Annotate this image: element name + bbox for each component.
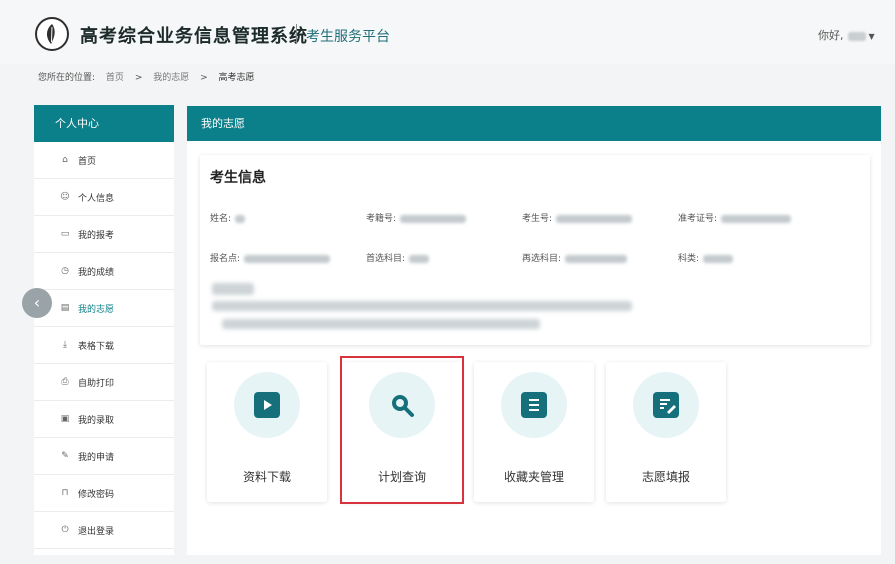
redacted-value — [400, 214, 467, 223]
card-icon: ▭ — [60, 229, 70, 239]
sidebar-item-home[interactable]: ⌂ 首页 — [34, 142, 174, 179]
field-registration-site: 报名点: — [210, 251, 331, 264]
tile-label: 志愿填报 — [641, 470, 690, 484]
sidebar-item-label: 我的申请 — [78, 452, 115, 463]
sidebar-item-self-print[interactable]: ⎙ 自助打印 — [34, 364, 174, 401]
tile-label: 收藏夹管理 — [503, 470, 564, 484]
sidebar-item-label: 表格下载 — [78, 341, 115, 352]
sidebar-item-label: 首页 — [78, 156, 97, 167]
calendar-icon: ▣ — [60, 414, 70, 424]
field-admission-ticket: 准考证号: — [678, 211, 792, 224]
student-info-title: 考生信息 — [210, 170, 266, 186]
breadcrumb: 您所在的位置: 首页 > 我的志愿 > 高考志愿 — [38, 70, 263, 83]
field-label: 首选科目: — [366, 254, 406, 264]
breadcrumb-item-my-choices[interactable]: 我的志愿 — [153, 73, 189, 83]
redacted-value — [409, 254, 430, 263]
field-label: 报名点: — [210, 254, 241, 264]
user-name-redacted — [847, 31, 866, 41]
field-label: 准考证号: — [678, 214, 718, 224]
edit-icon: ✎ — [61, 451, 69, 461]
tile-icon-bg — [633, 372, 699, 438]
sidebar-item-label: 我的成绩 — [78, 267, 115, 278]
title-divider — [296, 24, 297, 44]
tile-icon-bg — [501, 372, 567, 438]
sidebar-item-label: 自助打印 — [78, 378, 115, 389]
sidebar: 个人中心 ⌂ 首页 ☺ 个人信息 ▭ 我的报考 ◷ 我的成绩 ▤ 我的志愿 ⤓ … — [34, 105, 174, 555]
caret-down-icon: ▼ — [868, 32, 875, 41]
sidebar-item-applications[interactable]: ✎ 我的申请 — [34, 438, 174, 475]
redacted-notice — [212, 301, 632, 311]
edit-doc-icon — [653, 392, 679, 418]
sidebar-item-label: 个人信息 — [78, 193, 115, 204]
list-icon — [521, 392, 547, 418]
sidebar-item-label: 退出登录 — [78, 526, 115, 537]
field-label: 考生号: — [522, 214, 553, 224]
field-reselect-subject: 再选科目: — [522, 251, 628, 264]
play-icon — [254, 392, 280, 418]
breadcrumb-prefix: 您所在的位置: — [38, 73, 96, 83]
tile-choice-filling[interactable]: 志愿填报 — [606, 362, 726, 502]
redacted-notice — [222, 319, 540, 329]
field-label: 考籍号: — [366, 214, 397, 224]
lock-icon: ⊓ — [61, 488, 69, 498]
sidebar-item-label: 我的录取 — [78, 415, 115, 426]
redacted-value — [721, 214, 792, 223]
sidebar-item-change-password[interactable]: ⊓ 修改密码 — [34, 475, 174, 512]
breadcrumb-separator: > — [134, 73, 143, 83]
leaf-emblem-icon — [35, 17, 69, 51]
sidebar-item-admission[interactable]: ▣ 我的录取 — [34, 401, 174, 438]
sidebar-item-label: 修改密码 — [78, 489, 115, 500]
sidebar-item-label: 我的志愿 — [78, 304, 115, 315]
sidebar-item-scores[interactable]: ◷ 我的成绩 — [34, 253, 174, 290]
tile-favorites-management[interactable]: 收藏夹管理 — [474, 362, 594, 502]
user-icon: ☺ — [60, 192, 70, 202]
home-icon: ⌂ — [62, 155, 68, 165]
sidebar-item-registration[interactable]: ▭ 我的报考 — [34, 216, 174, 253]
breadcrumb-separator: > — [200, 73, 208, 83]
system-title: 高考综合业务信息管理系统 — [80, 26, 308, 47]
field-category: 科类: — [678, 251, 734, 264]
chevron-left-icon[interactable]: ‹ — [22, 288, 52, 318]
breadcrumb-item-current: 高考志愿 — [218, 73, 255, 83]
field-registry-number: 考籍号: — [366, 211, 467, 224]
field-label: 科类: — [678, 254, 700, 264]
redacted-value — [565, 254, 628, 263]
highlight-annotation-box — [340, 356, 464, 504]
logout-icon: ⏻ — [61, 525, 69, 535]
redacted-value — [244, 254, 331, 263]
field-first-subject: 首选科目: — [366, 251, 430, 264]
field-name: 姓名: — [210, 211, 246, 224]
field-label: 姓名: — [210, 214, 232, 224]
tile-icon-bg — [234, 372, 300, 438]
system-subtitle: 考生服务平台 — [306, 29, 390, 45]
field-label: 再选科目: — [522, 254, 562, 264]
student-info-card: 考生信息 姓名: 考籍号: 考生号: 准考证号: 报名点: 首选科目: 再选科目… — [200, 155, 870, 345]
sidebar-item-label: 我的报考 — [78, 230, 115, 241]
top-header: 高考综合业务信息管理系统 考生服务平台 你好, ▼ — [0, 0, 895, 64]
sidebar-item-my-choices[interactable]: ▤ 我的志愿 — [34, 290, 174, 327]
redacted-value — [703, 254, 734, 263]
tile-label: 资料下载 — [242, 470, 291, 484]
download-icon: ⤓ — [63, 340, 67, 350]
tile-materials-download[interactable]: 资料下载 — [207, 362, 327, 502]
sidebar-item-form-download[interactable]: ⤓ 表格下载 — [34, 327, 174, 364]
document-icon: ▤ — [60, 303, 70, 313]
panel-title: 我的志愿 — [187, 106, 881, 141]
clock-icon: ◷ — [61, 266, 69, 276]
user-menu[interactable]: 你好, ▼ — [818, 27, 875, 43]
sidebar-item-logout[interactable]: ⏻ 退出登录 — [34, 512, 174, 549]
sidebar-item-profile[interactable]: ☺ 个人信息 — [34, 179, 174, 216]
redacted-value — [556, 214, 633, 223]
field-candidate-number: 考生号: — [522, 211, 633, 224]
redacted-value — [235, 214, 246, 223]
sidebar-header: 个人中心 — [34, 105, 174, 142]
breadcrumb-item-home[interactable]: 首页 — [106, 73, 124, 83]
greeting-text: 你好, — [818, 29, 844, 42]
redacted-notice — [212, 283, 254, 295]
printer-icon: ⎙ — [61, 377, 69, 387]
